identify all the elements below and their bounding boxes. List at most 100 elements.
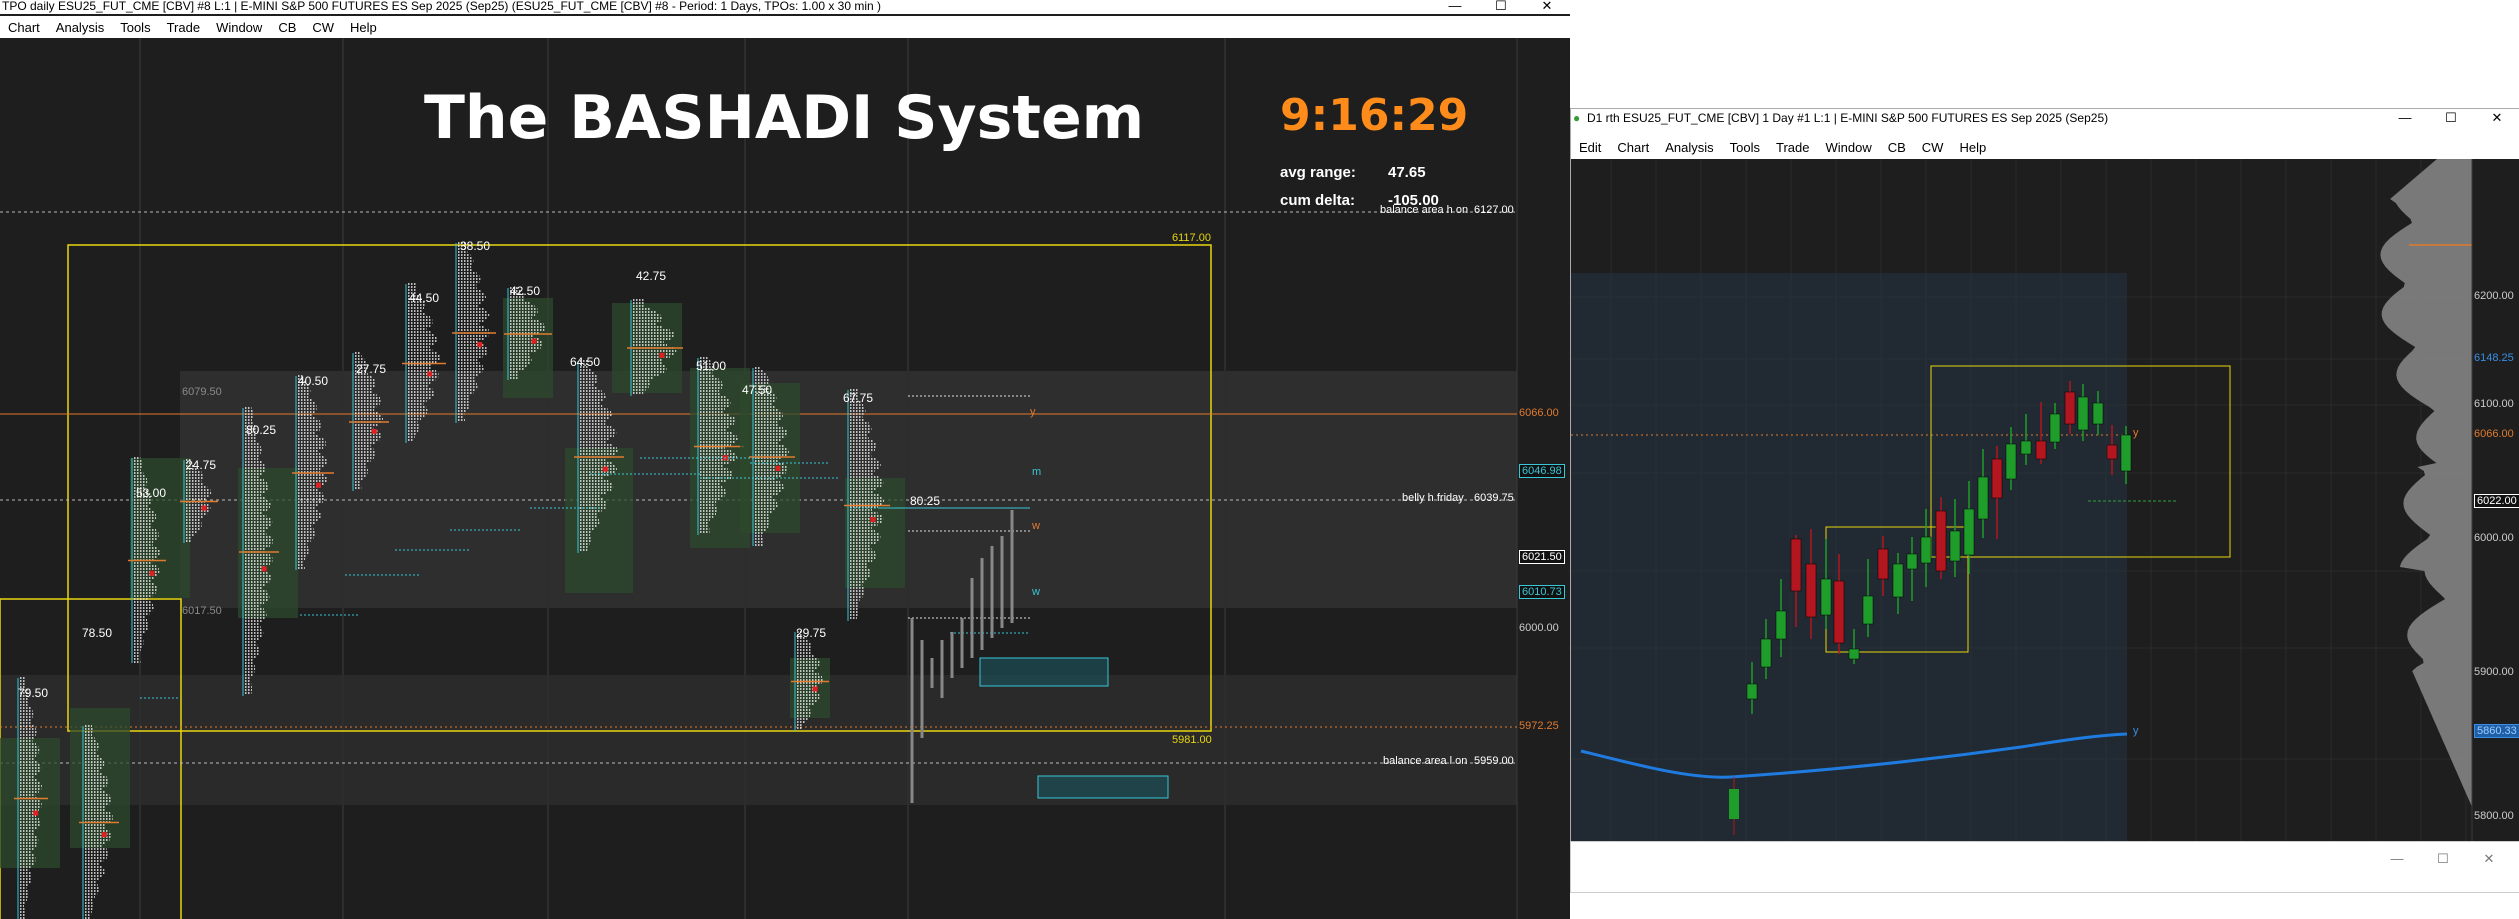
profile-range-label: 29.75 xyxy=(796,626,827,640)
tpo-red-marker xyxy=(775,465,781,471)
daily-menu-trade[interactable]: Trade xyxy=(1768,140,1817,155)
price-axis-label: 6021.50 xyxy=(1519,550,1565,564)
daily-chart-window: ● D1 rth ESU25_FUT_CME [CBV] 1 Day #1 L:… xyxy=(1570,108,2519,842)
cyan-zone-1 xyxy=(979,657,1109,687)
tpo-red-marker xyxy=(659,352,665,358)
tpo-menu-trade[interactable]: Trade xyxy=(159,20,208,35)
minimize-button[interactable]: — xyxy=(1432,0,1478,14)
daily-chart-canvas[interactable] xyxy=(1571,159,2519,841)
tpo-red-marker xyxy=(33,810,39,816)
level-line-value: 6039.75 xyxy=(1474,492,1514,504)
profile-range-label: 67.75 xyxy=(843,391,874,405)
minimize-button[interactable]: — xyxy=(2374,852,2420,873)
box-top-label: 6117.00 xyxy=(1172,232,1211,244)
bullish-candle xyxy=(1920,536,1932,564)
daily-window-title: D1 rth ESU25_FUT_CME [CBV] 1 Day #1 L:1 … xyxy=(1587,111,2109,125)
bullish-candle xyxy=(1848,648,1860,660)
daily-menubar: Edit Chart Analysis Tools Trade Window CB CW Hel… xyxy=(1571,136,2519,158)
daily-menu-analysis[interactable]: Analysis xyxy=(1657,140,1721,155)
tpo-red-marker xyxy=(812,686,818,692)
level-line-value: 5959.00 xyxy=(1474,755,1514,767)
bullish-candle xyxy=(1906,553,1918,570)
tpo-red-marker xyxy=(602,466,608,472)
price-axis-label: 6000.00 xyxy=(1519,622,1559,634)
daily-menu-cw[interactable]: CW xyxy=(1914,140,1952,155)
daily-menu-edit[interactable]: Edit xyxy=(1571,140,1609,155)
bullish-candle xyxy=(1746,683,1758,700)
tpo-red-marker xyxy=(477,342,483,347)
profile-range-label: 27.75 xyxy=(356,362,387,376)
tpo-menu-chart[interactable]: Chart xyxy=(0,20,48,35)
bearish-candle xyxy=(2064,391,2076,425)
tpo-menu-cw[interactable]: CW xyxy=(304,20,342,35)
maximize-button[interactable]: ☐ xyxy=(2428,111,2474,129)
price-axis-label: 6066.00 xyxy=(1519,407,1559,419)
tpo-menu-help[interactable]: Help xyxy=(342,20,385,35)
tpo-menu-cb[interactable]: CB xyxy=(270,20,304,35)
bullish-candle xyxy=(2077,396,2089,431)
profile-range-label: 47.50 xyxy=(742,383,773,397)
profile-range-label: 38.50 xyxy=(460,239,491,253)
price-axis-label: 5860.33 xyxy=(2474,724,2519,738)
tpo-window-titlebar[interactable]: TPO daily ESU25_FUT_CME [CBV] #8 L:1 | E… xyxy=(0,0,1570,14)
close-button[interactable]: ✕ xyxy=(2466,852,2512,873)
price-axis-label: 5972.25 xyxy=(1519,720,1559,732)
bearish-candle xyxy=(2106,444,2118,460)
level-letter: w xyxy=(1032,586,1040,598)
bullish-candle xyxy=(1775,610,1787,640)
bullish-candle xyxy=(2049,413,2061,443)
profile-range-label: 80.25 xyxy=(246,423,277,437)
stat-label: cum delta: xyxy=(1280,192,1356,209)
price-axis-label: 5800.00 xyxy=(2474,810,2514,822)
profile-range-label: 79.50 xyxy=(18,686,49,700)
price-axis-label: 6010.73 xyxy=(1519,585,1565,599)
stat-value: 47.65 xyxy=(1388,164,1426,181)
daily-menu-tools[interactable]: Tools xyxy=(1722,140,1768,155)
tpo-red-marker xyxy=(371,428,377,434)
tpo-red-marker xyxy=(149,570,155,576)
price-axis-label: 6046.98 xyxy=(1519,464,1565,478)
price-axis-label: 6066.00 xyxy=(2474,428,2514,440)
bearish-candle xyxy=(1833,580,1845,644)
minimize-button[interactable]: — xyxy=(2382,111,2428,129)
tpo-red-marker xyxy=(101,832,107,838)
profile-range-label: 78.50 xyxy=(82,626,113,640)
tpo-menu-tools[interactable]: Tools xyxy=(112,20,158,35)
daily-menu-cb[interactable]: CB xyxy=(1880,140,1914,155)
bearish-candle xyxy=(1935,510,1947,572)
price-axis-label: 6000.00 xyxy=(2474,532,2514,544)
level-line-label: balance area h on xyxy=(1380,204,1469,216)
level-letter: y xyxy=(2133,725,2139,737)
price-axis-label: 6148.25 xyxy=(2474,352,2514,364)
maximize-button[interactable]: ☐ xyxy=(1478,0,1524,14)
profile-range-label: 80.25 xyxy=(910,494,941,508)
bullish-candle xyxy=(1949,530,1961,562)
close-button[interactable]: ✕ xyxy=(1524,0,1570,14)
bullish-candle xyxy=(2120,434,2132,472)
tpo-menu-analysis[interactable]: Analysis xyxy=(48,20,112,35)
tpo-red-marker xyxy=(316,482,321,488)
tpo-menu-window[interactable]: Window xyxy=(208,20,270,35)
daily-menu-help[interactable]: Help xyxy=(1951,140,1994,155)
tpo-red-marker xyxy=(427,371,433,377)
tpo-window: TPO daily ESU25_FUT_CME [CBV] #8 L:1 | E… xyxy=(0,0,1570,919)
bearish-candle xyxy=(1991,458,2003,499)
daily-chart-area[interactable]: 6200.00 6148.25 6100.00 6066.00 6022.00 6000.… xyxy=(1571,159,2519,841)
daily-menu-window[interactable]: Window xyxy=(1817,140,1879,155)
tpo-chart-area[interactable]: The BASHADI System 9:16:29 avg range: 47.… xyxy=(0,38,1570,919)
bullish-candle xyxy=(1977,476,1989,520)
value-area-block xyxy=(790,658,830,718)
level-line-value: 6127.00 xyxy=(1474,204,1514,216)
value-area-block xyxy=(70,708,130,848)
maximize-button[interactable]: ☐ xyxy=(2420,852,2466,873)
range-label: 6079.50 xyxy=(182,386,222,398)
close-button[interactable]: ✕ xyxy=(2474,111,2519,129)
session-clock: 9:16:29 xyxy=(1280,90,1469,141)
daily-menu-chart[interactable]: Chart xyxy=(1609,140,1657,155)
daily-window-titlebar[interactable]: ● D1 rth ESU25_FUT_CME [CBV] 1 Day #1 L:… xyxy=(1571,109,2519,129)
bottom-window: — ☐ ✕ xyxy=(1570,841,2519,893)
level-letter: y xyxy=(2133,427,2139,439)
level-letter: m xyxy=(1032,466,1042,478)
price-axis-label: 6022.00 xyxy=(2474,494,2519,508)
range-label: 6017.50 xyxy=(182,605,222,617)
